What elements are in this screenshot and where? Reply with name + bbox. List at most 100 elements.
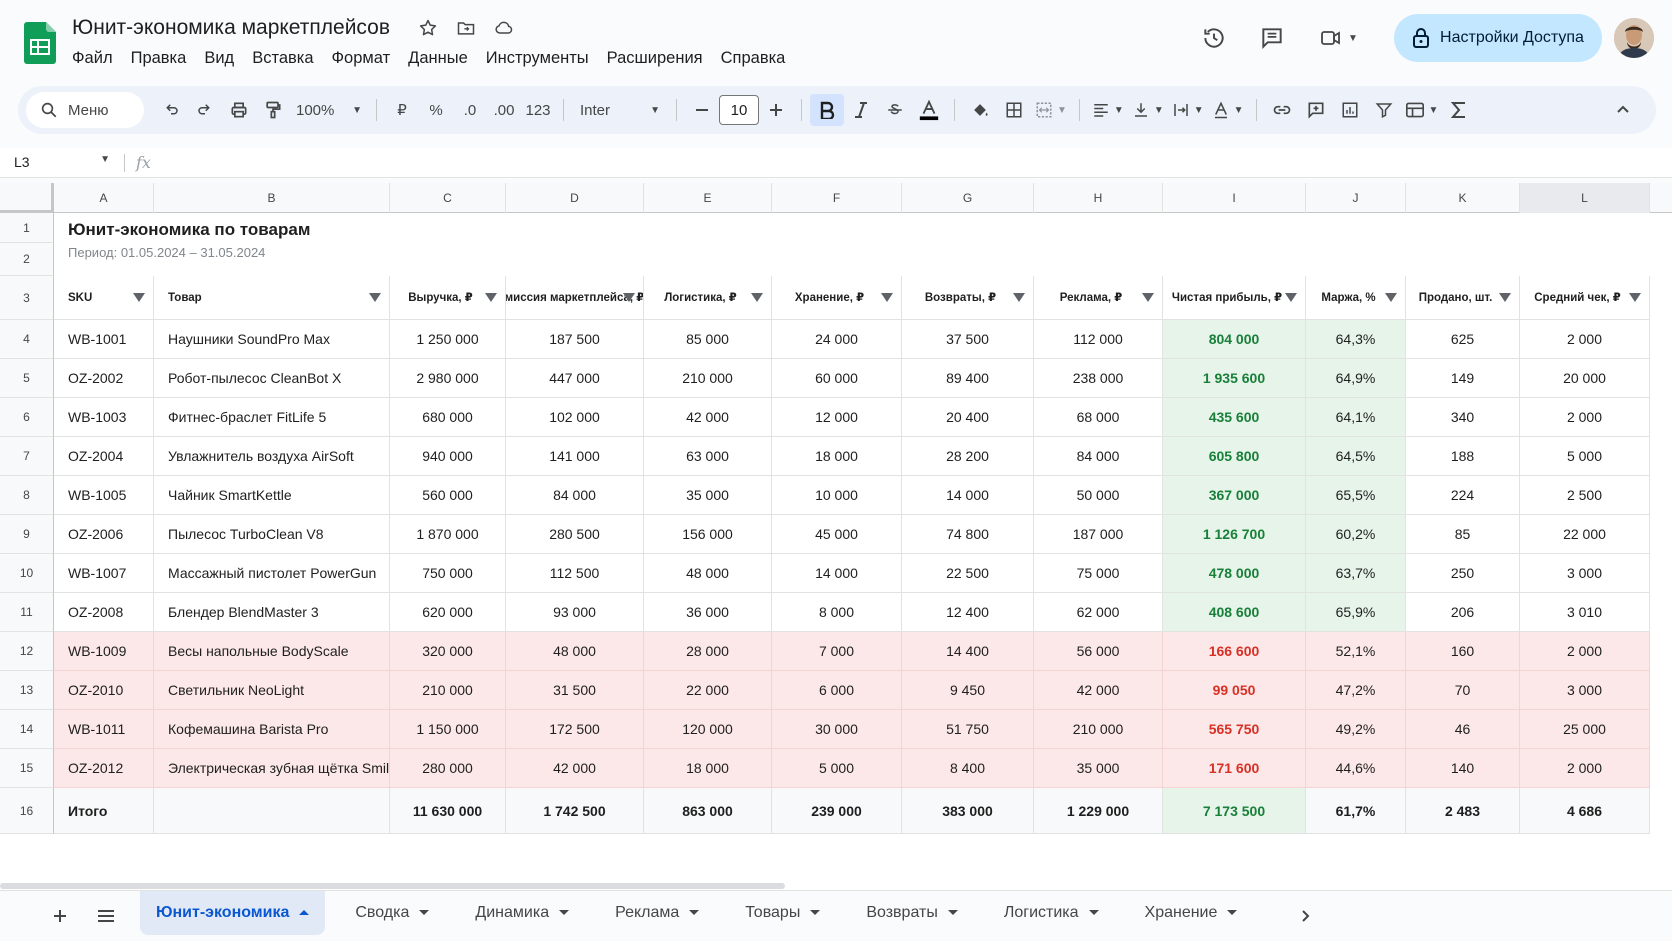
chevron-down-icon[interactable] (559, 910, 570, 915)
avatar[interactable] (1614, 18, 1654, 58)
cell-logistics[interactable]: 85 000 (644, 320, 772, 358)
cell-margin[interactable]: 44,6% (1306, 749, 1406, 787)
cell-sku[interactable]: OZ-2006 (54, 515, 154, 553)
cell-storage[interactable]: 8 000 (772, 593, 902, 631)
cell-net-profit[interactable]: 1 935 600 (1163, 359, 1306, 397)
cell-total-commission[interactable]: 1 742 500 (506, 788, 644, 833)
filter-dropdown-icon[interactable] (1499, 292, 1511, 302)
share-button[interactable]: Настройки Доступа (1394, 14, 1602, 62)
cell-returns[interactable]: 28 200 (902, 437, 1034, 475)
cell-ads[interactable]: 112 000 (1034, 320, 1163, 358)
column-header-l[interactable]: L (1520, 183, 1650, 213)
row-header-1[interactable]: 1 (0, 213, 54, 243)
cell-total-sold[interactable]: 2 483 (1406, 788, 1520, 833)
cell-net-profit[interactable]: 99 050 (1163, 671, 1306, 709)
cell-storage[interactable]: 12 000 (772, 398, 902, 436)
cell-margin[interactable]: 52,1% (1306, 632, 1406, 670)
cell-sold[interactable]: 188 (1406, 437, 1520, 475)
cell-total-ads[interactable]: 1 229 000 (1034, 788, 1163, 833)
cell-returns[interactable]: 12 400 (902, 593, 1034, 631)
font-size-input[interactable]: 10 (719, 95, 759, 125)
cell-margin[interactable]: 65,9% (1306, 593, 1406, 631)
column-header-c[interactable]: C (390, 183, 506, 213)
number-format-button[interactable]: 123 (521, 94, 555, 126)
cell-margin[interactable]: 47,2% (1306, 671, 1406, 709)
cell-commission[interactable]: 102 000 (506, 398, 644, 436)
menu-data[interactable]: Данные (399, 49, 477, 68)
chevron-down-icon[interactable] (419, 910, 430, 915)
redo-button[interactable] (188, 94, 222, 126)
header-commission[interactable]: Комиссия маркетплейса, ₽ (506, 276, 644, 319)
cell-logistics[interactable]: 22 000 (644, 671, 772, 709)
row-header-13[interactable]: 13 (0, 671, 54, 710)
filter-dropdown-icon[interactable] (1385, 292, 1397, 302)
cell-returns[interactable]: 14 000 (902, 476, 1034, 514)
cell-avg-check[interactable]: 2 500 (1520, 476, 1650, 514)
cell-logistics[interactable]: 63 000 (644, 437, 772, 475)
cell-revenue[interactable]: 210 000 (390, 671, 506, 709)
cell-revenue[interactable]: 2 980 000 (390, 359, 506, 397)
cell-product[interactable]: Увлажнитель воздуха AirSoft (154, 437, 390, 475)
sheet-tab[interactable]: Хранение (1129, 891, 1254, 935)
cell-net-profit[interactable]: 166 600 (1163, 632, 1306, 670)
column-header-j[interactable]: J (1306, 183, 1406, 213)
cell-net-profit[interactable]: 408 600 (1163, 593, 1306, 631)
cell-returns[interactable]: 89 400 (902, 359, 1034, 397)
cell-net-profit[interactable]: 367 000 (1163, 476, 1306, 514)
cell-ads[interactable]: 50 000 (1034, 476, 1163, 514)
filter-views-button[interactable]: ▼ (1401, 94, 1443, 126)
header-margin[interactable]: Маржа, % (1306, 276, 1406, 319)
italic-button[interactable] (844, 94, 878, 126)
insert-link-button[interactable] (1265, 94, 1299, 126)
cell-storage[interactable]: 10 000 (772, 476, 902, 514)
cell-logistics[interactable]: 18 000 (644, 749, 772, 787)
row-header-6[interactable]: 6 (0, 398, 54, 437)
header-net-profit[interactable]: Чистая прибыль, ₽ (1163, 276, 1306, 319)
cell-sold[interactable]: 160 (1406, 632, 1520, 670)
cell-margin[interactable]: 64,9% (1306, 359, 1406, 397)
cell-avg-check[interactable]: 3 000 (1520, 671, 1650, 709)
cell-logistics[interactable]: 36 000 (644, 593, 772, 631)
cell-returns[interactable]: 14 400 (902, 632, 1034, 670)
cell-sold[interactable]: 340 (1406, 398, 1520, 436)
header-revenue[interactable]: Выручка, ₽ (390, 276, 506, 319)
cell-returns[interactable]: 9 450 (902, 671, 1034, 709)
cell-ads[interactable]: 42 000 (1034, 671, 1163, 709)
cell-sku[interactable]: WB-1011 (54, 710, 154, 748)
column-header-b[interactable]: B (154, 183, 390, 213)
cell-product[interactable]: Чайник SmartKettle (154, 476, 390, 514)
percent-format-button[interactable]: % (419, 94, 453, 126)
cell-revenue[interactable]: 940 000 (390, 437, 506, 475)
cell-revenue[interactable]: 750 000 (390, 554, 506, 592)
insert-chart-button[interactable] (1333, 94, 1367, 126)
horizontal-align-button[interactable]: ▼ (1088, 94, 1128, 126)
cell-logistics[interactable]: 210 000 (644, 359, 772, 397)
cell-ads[interactable]: 35 000 (1034, 749, 1163, 787)
cell-commission[interactable]: 48 000 (506, 632, 644, 670)
cell-product[interactable]: Наушники SoundPro Max (154, 320, 390, 358)
cell-product[interactable]: Пылесос TurboClean V8 (154, 515, 390, 553)
cell-avg-check[interactable]: 2 000 (1520, 398, 1650, 436)
cell-sku[interactable]: OZ-2004 (54, 437, 154, 475)
sheet-subtitle-cell[interactable]: Период: 01.05.2024 – 31.05.2024 (68, 245, 265, 260)
cell-returns[interactable]: 20 400 (902, 398, 1034, 436)
sheet-tab[interactable]: Логистика (988, 891, 1115, 935)
formula-input[interactable] (170, 148, 1650, 178)
cell-margin[interactable]: 64,5% (1306, 437, 1406, 475)
cell-net-profit[interactable]: 171 600 (1163, 749, 1306, 787)
paint-format-button[interactable] (256, 94, 290, 126)
cell-avg-check[interactable]: 22 000 (1520, 515, 1650, 553)
column-header-h[interactable]: H (1034, 183, 1163, 213)
chevron-down-icon[interactable] (1088, 910, 1099, 915)
filter-button[interactable] (1367, 94, 1401, 126)
row-header-16[interactable]: 16 (0, 788, 54, 834)
filter-dropdown-icon[interactable] (1013, 292, 1025, 302)
menu-search[interactable]: Меню (26, 92, 144, 128)
filter-dropdown-icon[interactable] (751, 292, 763, 302)
cell-ads[interactable]: 84 000 (1034, 437, 1163, 475)
meet-camera-icon[interactable]: ▼ (1310, 18, 1366, 58)
cell-product[interactable]: Светильник NeoLight (154, 671, 390, 709)
header-storage[interactable]: Хранение, ₽ (772, 276, 902, 319)
cell-product[interactable]: Массажный пистолет PowerGun (154, 554, 390, 592)
row-header-10[interactable]: 10 (0, 554, 54, 593)
